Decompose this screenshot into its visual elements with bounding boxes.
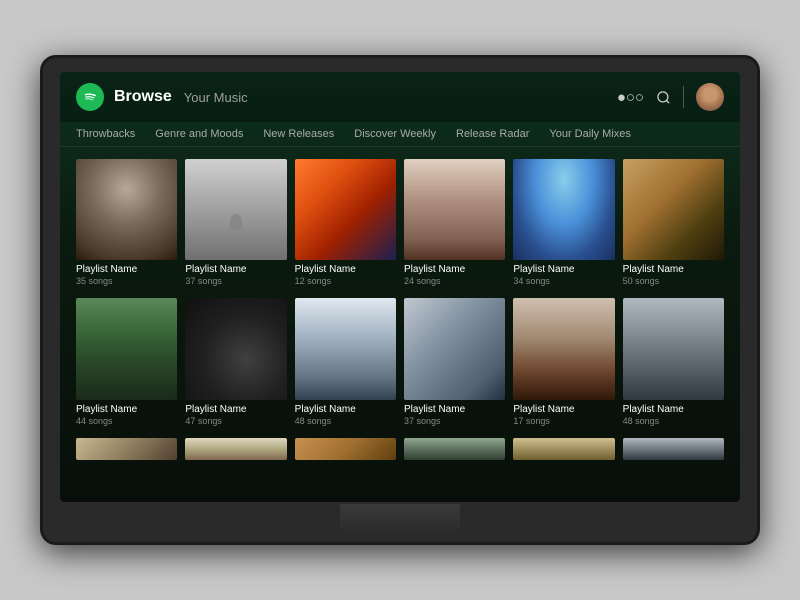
tv-frame: Browse Your Music ●○○ Throwbacks Genre a… [40, 55, 760, 545]
browse-label: Browse [114, 88, 172, 106]
playlist-card[interactable]: Playlist Name 12 songs [295, 159, 396, 286]
playlist-songs: 47 songs [185, 416, 286, 426]
playlist-card[interactable]: Playlist Name 34 songs [513, 159, 614, 286]
playlist-card[interactable]: Playlist Name 44 songs [76, 298, 177, 425]
header-divider [683, 86, 684, 108]
playlist-partial-row [60, 438, 740, 468]
tv-stand [340, 504, 460, 534]
playlist-thumbnail-partial [76, 438, 177, 460]
playlist-thumbnail [76, 298, 177, 399]
playlist-thumbnail-partial [623, 438, 724, 460]
playlist-card[interactable]: Playlist Name 48 songs [623, 298, 724, 425]
playlist-name: Playlist Name [295, 404, 396, 415]
header-right: ●○○ [617, 83, 724, 111]
playlist-songs: 37 songs [404, 416, 505, 426]
playlist-name: Playlist Name [623, 404, 724, 415]
playlist-name: Playlist Name [295, 264, 396, 275]
playlist-name: Playlist Name [623, 264, 724, 275]
nav-tabs: Throwbacks Genre and Moods New Releases … [60, 122, 740, 147]
playlist-songs: 17 songs [513, 416, 614, 426]
your-music-label: Your Music [184, 90, 248, 105]
playlist-card[interactable]: Playlist Name 47 songs [185, 298, 286, 425]
playlist-songs: 44 songs [76, 416, 177, 426]
playlist-name: Playlist Name [404, 404, 505, 415]
playlist-card[interactable]: Playlist Name 17 songs [513, 298, 614, 425]
playlist-name: Playlist Name [404, 264, 505, 275]
playlist-name: Playlist Name [185, 404, 286, 415]
header: Browse Your Music ●○○ [60, 72, 740, 122]
playlist-card[interactable]: Playlist Name 35 songs [76, 159, 177, 286]
playlist-songs: 48 songs [623, 416, 724, 426]
playlist-thumbnail-partial [404, 438, 505, 460]
playlist-name: Playlist Name [513, 404, 614, 415]
tab-daily-mixes[interactable]: Your Daily Mixes [549, 128, 631, 140]
playlist-songs: 48 songs [295, 416, 396, 426]
playlist-card[interactable]: Playlist Name 48 songs [295, 298, 396, 425]
playlist-songs: 37 songs [185, 276, 286, 286]
playlist-thumbnail-partial [185, 438, 286, 460]
playlist-thumbnail [513, 159, 614, 260]
tv-screen: Browse Your Music ●○○ Throwbacks Genre a… [60, 72, 740, 502]
search-icon-svg[interactable] [656, 90, 671, 105]
playlist-songs: 12 songs [295, 276, 396, 286]
playlist-thumbnail [295, 298, 396, 399]
playlist-thumbnail [76, 159, 177, 260]
playlist-card[interactable]: Playlist Name 24 songs [404, 159, 505, 286]
playlist-thumbnail [185, 159, 286, 260]
playlist-songs: 35 songs [76, 276, 177, 286]
playlist-card[interactable]: Playlist Name 37 songs [185, 159, 286, 286]
playlist-grid-row2: Playlist Name 44 songs Playlist Name 47 … [60, 298, 740, 437]
playlist-name: Playlist Name [76, 404, 177, 415]
tab-release-radar[interactable]: Release Radar [456, 128, 529, 140]
playlist-card[interactable]: Playlist Name 50 songs [623, 159, 724, 286]
playlist-thumbnail-partial [513, 438, 614, 460]
playlist-name: Playlist Name [76, 264, 177, 275]
playlist-thumbnail [185, 298, 286, 399]
playlist-card[interactable]: Playlist Name 37 songs [404, 298, 505, 425]
tab-throwbacks[interactable]: Throwbacks [76, 128, 135, 140]
search-icon[interactable]: ●○○ [617, 89, 644, 106]
spotify-logo [76, 83, 104, 111]
playlist-grid-row1: Playlist Name 35 songs Playlist Name 37 … [60, 147, 740, 298]
tab-discover-weekly[interactable]: Discover Weekly [354, 128, 436, 140]
playlist-thumbnail [295, 159, 396, 260]
playlist-name: Playlist Name [185, 264, 286, 275]
playlist-thumbnail [623, 298, 724, 399]
playlist-name: Playlist Name [513, 264, 614, 275]
playlist-songs: 50 songs [623, 276, 724, 286]
playlist-thumbnail-partial [295, 438, 396, 460]
avatar-image [696, 83, 724, 111]
playlist-thumbnail [404, 159, 505, 260]
tab-new-releases[interactable]: New Releases [263, 128, 334, 140]
playlist-thumbnail [404, 298, 505, 399]
tab-genre-moods[interactable]: Genre and Moods [155, 128, 243, 140]
playlist-songs: 34 songs [513, 276, 614, 286]
playlist-thumbnail [623, 159, 724, 260]
playlist-thumbnail [513, 298, 614, 399]
avatar[interactable] [696, 83, 724, 111]
playlist-songs: 24 songs [404, 276, 505, 286]
